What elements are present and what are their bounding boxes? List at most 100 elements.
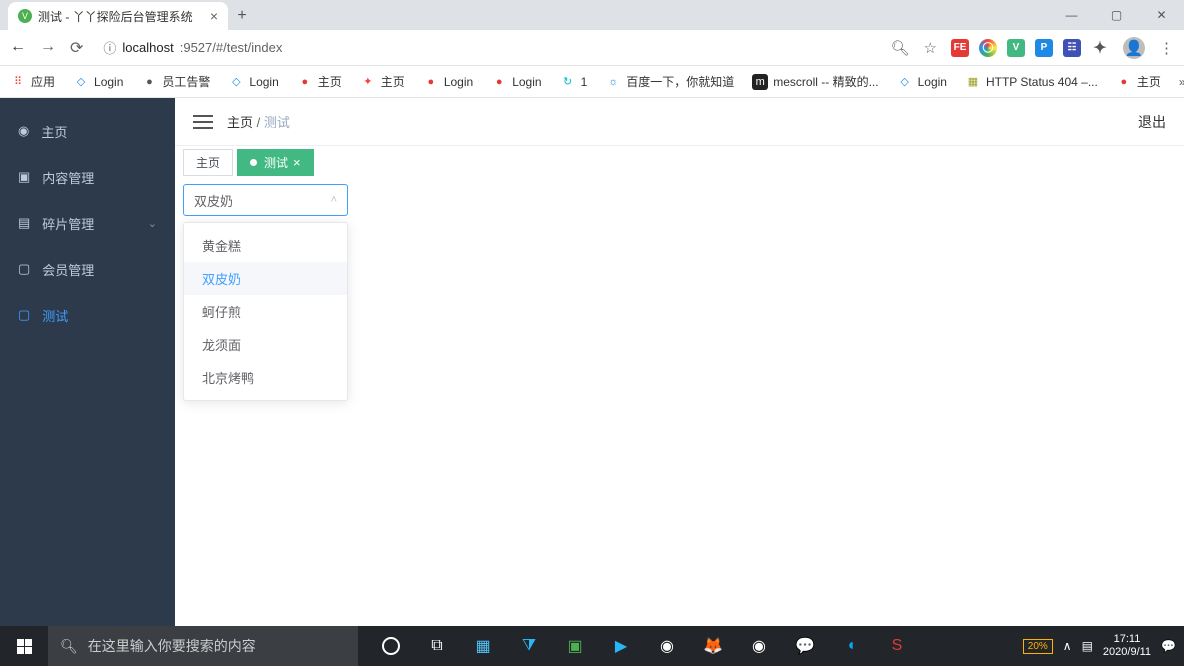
sidebar-item-碎片管理[interactable]: ▤碎片管理⌄: [0, 200, 175, 246]
windows-logo-icon: [17, 639, 32, 654]
bookmark-star-icon[interactable]: ☆: [924, 39, 937, 57]
dashboard-icon: ◉: [18, 123, 29, 139]
select-option[interactable]: 龙须面: [184, 328, 347, 361]
window-close-button[interactable]: ✕: [1139, 0, 1184, 30]
grid-icon: ▤: [18, 215, 30, 231]
firefox-icon[interactable]: 🦊: [690, 626, 736, 666]
site-info-icon[interactable]: ⓘ: [103, 38, 116, 57]
window-controls: — ▢ ✕: [1049, 0, 1184, 30]
bookmark-item[interactable]: ◇Login: [897, 74, 947, 90]
system-tray: 20% ∧ ▤ 17:11 2020/9/11 💬: [1023, 633, 1184, 659]
sidebar-item-label: 会员管理: [42, 260, 94, 279]
start-button[interactable]: [0, 626, 48, 666]
bookmark-label: 1: [581, 75, 588, 89]
sidebar-item-会员管理[interactable]: ▢会员管理: [0, 246, 175, 292]
favicon-icon: V: [18, 9, 32, 23]
app-icon[interactable]: ▶: [598, 626, 644, 666]
bookmark-label: Login: [444, 75, 473, 89]
page-tab[interactable]: 测试×: [237, 149, 314, 176]
url-field[interactable]: ⓘ localhost:9527/#/test/index: [97, 38, 876, 57]
action-center-icon[interactable]: 💬: [1161, 639, 1176, 653]
chrome-menu-icon[interactable]: ⋮: [1159, 39, 1174, 57]
tab-close-icon[interactable]: ×: [210, 8, 218, 24]
browser-tabstrip: V 测试 - 丫丫探险后台管理系统 × + — ▢ ✕: [0, 0, 1184, 30]
bookmark-item[interactable]: ☼百度一下，你就知道: [605, 73, 734, 90]
bookmark-item[interactable]: ✦主页: [360, 73, 405, 90]
windows-taskbar: 🔍︎ 在这里输入你要搜索的内容 ⧉ ▦ ⧩ ▣ ▶ ◉ 🦊 ◉ 💬 ◖ S 20…: [0, 626, 1184, 666]
extension-icon[interactable]: ✦: [1091, 39, 1109, 57]
profile-avatar-icon[interactable]: 👤: [1123, 37, 1145, 59]
app-icon[interactable]: ▣: [552, 626, 598, 666]
select-option[interactable]: 北京烤鸭: [184, 361, 347, 394]
sidebar-item-label: 碎片管理: [42, 214, 94, 233]
bookmark-item[interactable]: mmescroll -- 精致的...: [752, 73, 878, 90]
search-icon[interactable]: 🔍︎: [891, 39, 910, 57]
extension-icon[interactable]: P: [1035, 39, 1053, 57]
taskbar-apps: ⧉ ▦ ⧩ ▣ ▶ ◉ 🦊 ◉ 💬 ◖ S: [368, 626, 920, 666]
bookmark-label: 百度一下，你就知道: [626, 73, 734, 90]
bookmark-item[interactable]: ●主页: [297, 73, 342, 90]
breadcrumb-home[interactable]: 主页: [227, 115, 253, 130]
reload-button[interactable]: ⟳: [70, 38, 83, 58]
bookmark-item[interactable]: ●Login: [423, 74, 473, 90]
bookmark-item[interactable]: ●主页: [1116, 73, 1161, 90]
hamburger-icon[interactable]: [193, 115, 213, 129]
breadcrumb-current: 测试: [264, 115, 290, 130]
page-body: 双皮奶 ˄ 黄金糕双皮奶蚵仔煎龙须面北京烤鸭: [175, 176, 1184, 224]
tab-title: 测试 - 丫丫探险后台管理系统: [38, 8, 193, 25]
app-icon[interactable]: ▦: [460, 626, 506, 666]
chrome-icon[interactable]: ◉: [644, 626, 690, 666]
browser-tab[interactable]: V 测试 - 丫丫探险后台管理系统 ×: [8, 2, 228, 30]
extension-icon[interactable]: ☷: [1063, 39, 1081, 57]
battery-indicator[interactable]: 20%: [1023, 639, 1053, 654]
window-minimize-button[interactable]: —: [1049, 0, 1094, 30]
logout-link[interactable]: 退出: [1138, 112, 1166, 132]
bookmark-item[interactable]: ▦HTTP Status 404 –...: [965, 74, 1098, 90]
bookmark-item[interactable]: ●员工告警: [141, 73, 210, 90]
extension-icon[interactable]: FE: [951, 39, 969, 57]
bookmark-favicon-icon: ●: [491, 74, 507, 90]
close-icon[interactable]: ×: [293, 155, 301, 170]
wechat-icon[interactable]: 💬: [782, 626, 828, 666]
bookmark-item[interactable]: ⠿应用: [10, 73, 55, 90]
select-option[interactable]: 蚵仔煎: [184, 295, 347, 328]
window-maximize-button[interactable]: ▢: [1094, 0, 1139, 30]
sidebar-item-测试[interactable]: ▢ 测试: [0, 292, 175, 338]
bookmark-favicon-icon: ◇: [897, 74, 913, 90]
taskbar-clock[interactable]: 17:11 2020/9/11: [1103, 633, 1151, 659]
bookmark-item[interactable]: ◇Login: [228, 74, 278, 90]
box-icon: ▢: [18, 307, 30, 323]
chrome-icon[interactable]: ◉: [736, 626, 782, 666]
bookmark-favicon-icon: ◇: [228, 74, 244, 90]
new-tab-button[interactable]: +: [228, 2, 256, 30]
app-frame: ◉主页▣内容管理▤碎片管理⌄▢会员管理▢测试 主页 / 测试 退出 主页测试× …: [0, 98, 1184, 626]
bookmark-item[interactable]: ◇ Login: [73, 74, 123, 90]
sidebar-item-主页[interactable]: ◉主页: [0, 108, 175, 154]
vscode-icon[interactable]: ⧩: [506, 626, 552, 666]
page-tab[interactable]: 主页: [183, 149, 233, 176]
bookmark-item[interactable]: ●Login: [491, 74, 541, 90]
tray-notification-icon[interactable]: ▤: [1082, 639, 1093, 653]
extension-icon[interactable]: V: [1007, 39, 1025, 57]
select-option[interactable]: 双皮奶: [184, 262, 347, 295]
tray-chevron-icon[interactable]: ∧: [1063, 639, 1072, 653]
sidebar-item-内容管理[interactable]: ▣内容管理: [0, 154, 175, 200]
taskview-icon[interactable]: ⧉: [414, 626, 460, 666]
bookmarks-bar: ⠿应用 ◇ Login ●员工告警 ◇ Login ●主页 ✦主页 ●Login ●Login ↻1…: [0, 66, 1184, 98]
bookmark-item[interactable]: ↻1: [560, 74, 588, 90]
bookmark-overflow-icon[interactable]: »: [1179, 75, 1184, 89]
select-option[interactable]: 黄金糕: [184, 229, 347, 262]
bookmark-label: Login: [94, 75, 123, 89]
forward-button[interactable]: →: [40, 38, 56, 58]
select-input[interactable]: 双皮奶 ˄: [183, 184, 348, 216]
search-placeholder: 在这里输入你要搜索的内容: [88, 636, 256, 656]
cortana-icon[interactable]: [368, 626, 414, 666]
bookmark-favicon-icon: ◇: [73, 74, 89, 90]
extension-icon[interactable]: ◯: [979, 39, 997, 57]
bookmark-favicon-icon: m: [752, 74, 768, 90]
taskbar-search[interactable]: 🔍︎ 在这里输入你要搜索的内容: [48, 626, 358, 666]
app-icon[interactable]: ◖: [828, 626, 874, 666]
back-button[interactable]: ←: [10, 38, 26, 58]
app-icon[interactable]: S: [874, 626, 920, 666]
sidebar-item-label: 测试: [42, 306, 68, 325]
